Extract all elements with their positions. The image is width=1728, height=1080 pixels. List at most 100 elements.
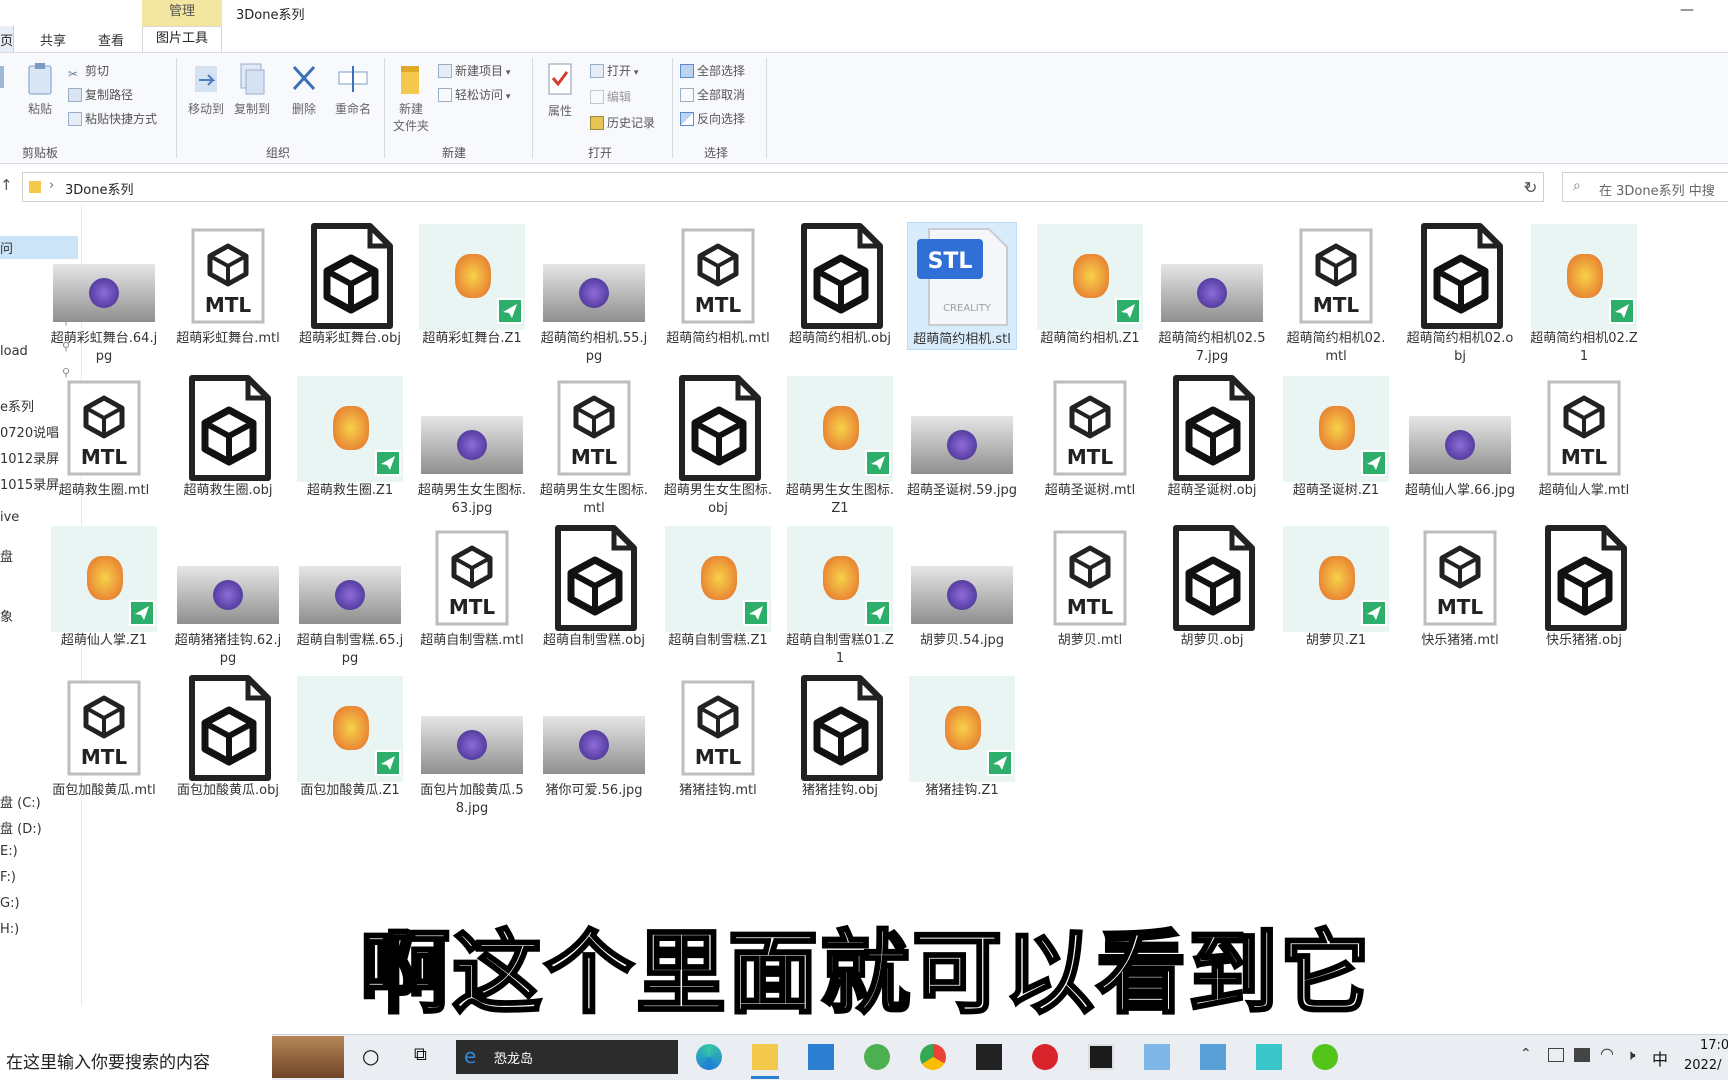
invert-selection-button[interactable]: 反向选择 bbox=[680, 110, 745, 127]
taskbar-ie-dino-link[interactable]: e 恐龙岛 ⌕ bbox=[456, 1040, 678, 1074]
file-item[interactable]: 超萌自制雪糕.Z1 bbox=[663, 524, 773, 650]
file-item[interactable]: 超萌简约相机02.obj bbox=[1405, 222, 1515, 366]
file-item[interactable]: 猪猪挂钩.Z1 bbox=[907, 674, 1017, 800]
nav-item[interactable]: G:) bbox=[0, 896, 20, 911]
file-item[interactable]: STL CREALITY 超萌简约相机.stl bbox=[907, 222, 1017, 350]
edit-button[interactable]: 编辑 bbox=[590, 88, 631, 105]
taskbar-search[interactable]: 在这里输入你要搜索的内容 bbox=[0, 1034, 272, 1080]
file-item[interactable]: MTL 快乐猪猪.mtl bbox=[1405, 524, 1515, 650]
file-item[interactable]: 胡萝贝.obj bbox=[1157, 524, 1267, 650]
file-item[interactable]: 超萌自制雪糕01.Z1 bbox=[785, 524, 895, 668]
mail-icon[interactable] bbox=[808, 1044, 834, 1070]
app-compass-icon[interactable] bbox=[1088, 1044, 1114, 1070]
file-item[interactable]: 超萌简约相机02.57.jpg bbox=[1157, 222, 1267, 366]
file-item[interactable]: 超萌自制雪糕.65.jpg bbox=[295, 524, 405, 668]
file-item[interactable]: MTL 超萌圣诞树.mtl bbox=[1035, 374, 1145, 500]
file-item[interactable]: 超萌猪猪挂钩.62.jpg bbox=[173, 524, 283, 668]
clock-time[interactable]: 17:0 bbox=[1700, 1038, 1728, 1053]
file-item[interactable]: 超萌男生女生图标.63.jpg bbox=[417, 374, 527, 518]
file-item[interactable]: 超萌男生女生图标.Z1 bbox=[785, 374, 895, 518]
app-photo-icon[interactable] bbox=[1200, 1044, 1226, 1070]
show-hidden-icons-chevron-icon[interactable]: ⌃ bbox=[1520, 1046, 1532, 1062]
minimize-button[interactable]: — bbox=[1680, 2, 1694, 18]
ime-indicator[interactable]: 中 bbox=[1652, 1046, 1668, 1070]
address-bar[interactable]: › 3Done系列 ⌄ bbox=[22, 172, 1544, 202]
cut-button[interactable]: ✂ 剪切 bbox=[68, 62, 109, 81]
new-folder-button[interactable]: 新建 文件夹 bbox=[388, 62, 434, 134]
nav-item[interactable]: F:) bbox=[0, 870, 16, 885]
select-none-button[interactable]: 全部取消 bbox=[680, 86, 745, 103]
file-item[interactable]: 超萌彩虹舞台.Z1 bbox=[417, 222, 527, 348]
refresh-icon[interactable]: ↻ bbox=[1524, 178, 1537, 197]
rename-button[interactable]: 重命名 bbox=[330, 62, 376, 117]
wifi-icon[interactable]: ◠ bbox=[1600, 1044, 1614, 1063]
cortana-circle-icon[interactable]: ○ bbox=[362, 1044, 379, 1068]
tab-home[interactable]: 页 bbox=[0, 26, 14, 52]
task-view-icon[interactable]: ⧉ bbox=[414, 1044, 427, 1065]
file-item[interactable]: MTL 胡萝贝.mtl bbox=[1035, 524, 1145, 650]
tab-share[interactable]: 共享 bbox=[40, 30, 66, 49]
file-item[interactable]: 超萌圣诞树.Z1 bbox=[1281, 374, 1391, 500]
browser-e-icon[interactable] bbox=[864, 1044, 890, 1070]
file-item[interactable]: 超萌彩虹舞台.obj bbox=[295, 222, 405, 348]
file-item[interactable]: 面包加酸黄瓜.Z1 bbox=[295, 674, 405, 800]
file-item[interactable]: MTL 超萌简约相机.mtl bbox=[663, 222, 773, 348]
file-item[interactable]: 超萌简约相机02.Z1 bbox=[1529, 222, 1639, 366]
file-item[interactable]: MTL 超萌男生女生图标.mtl bbox=[539, 374, 649, 518]
volume-muted-icon[interactable]: 🕨 bbox=[1626, 1046, 1635, 1064]
select-all-button[interactable]: 全部选择 bbox=[680, 62, 745, 79]
new-item-button[interactable]: 新建项目 ▾ bbox=[438, 62, 510, 79]
file-item[interactable]: MTL 超萌救生圈.mtl bbox=[49, 374, 159, 500]
nav-item[interactable]: ive bbox=[0, 510, 19, 525]
file-item[interactable]: 超萌自制雪糕.obj bbox=[539, 524, 649, 650]
file-item[interactable]: 超萌男生女生图标.obj bbox=[663, 374, 773, 518]
search-highlight-image[interactable] bbox=[272, 1036, 344, 1078]
wechat-icon[interactable] bbox=[1312, 1044, 1338, 1070]
nav-item[interactable]: e系列 bbox=[0, 396, 34, 415]
pin-quick-access-button[interactable] bbox=[0, 62, 8, 96]
nav-item[interactable]: 象 bbox=[0, 606, 13, 625]
delete-button[interactable]: 删除 bbox=[284, 62, 324, 117]
file-item[interactable]: 面包加酸黄瓜.obj bbox=[173, 674, 283, 800]
file-item[interactable]: MTL 猪猪挂钩.mtl bbox=[663, 674, 773, 800]
file-item[interactable]: 胡萝贝.Z1 bbox=[1281, 524, 1391, 650]
file-item[interactable]: 快乐猪猪.obj bbox=[1529, 524, 1639, 650]
app-3d-icon[interactable] bbox=[1256, 1044, 1282, 1070]
file-item[interactable]: 超萌仙人掌.Z1 bbox=[49, 524, 159, 650]
paste-shortcut-button[interactable]: 粘贴快捷方式 bbox=[68, 110, 157, 127]
copy-to-button[interactable]: 复制到 bbox=[230, 62, 274, 117]
file-item[interactable]: 面包片加酸黄瓜.58.jpg bbox=[417, 674, 527, 818]
nav-item[interactable]: 盘 bbox=[0, 546, 13, 565]
manage-context-tab[interactable]: 管理 bbox=[142, 0, 222, 26]
clock-date[interactable]: 2022/ bbox=[1684, 1058, 1721, 1073]
file-item[interactable]: 超萌简约相机.55.jpg bbox=[539, 222, 649, 366]
terminal-icon[interactable] bbox=[976, 1044, 1002, 1070]
tab-view[interactable]: 查看 bbox=[98, 30, 124, 49]
file-item[interactable]: 超萌圣诞树.59.jpg bbox=[907, 374, 1017, 500]
file-item[interactable]: 猪你可爱.56.jpg bbox=[539, 674, 649, 800]
file-item[interactable]: MTL 超萌彩虹舞台.mtl bbox=[173, 222, 283, 348]
nav-item[interactable]: load bbox=[0, 344, 28, 359]
breadcrumb[interactable]: 3Done系列 bbox=[65, 179, 133, 198]
chrome-icon[interactable] bbox=[920, 1044, 946, 1070]
move-to-button[interactable]: 移动到 bbox=[184, 62, 228, 117]
netease-music-icon[interactable] bbox=[1032, 1044, 1058, 1070]
properties-button[interactable]: 属性 bbox=[540, 62, 580, 119]
nav-item[interactable]: H:) bbox=[0, 922, 19, 937]
up-arrow-icon[interactable]: ↑ bbox=[0, 176, 13, 194]
file-item[interactable]: MTL 面包加酸黄瓜.mtl bbox=[49, 674, 159, 800]
file-item[interactable]: MTL 超萌仙人掌.mtl bbox=[1529, 374, 1639, 500]
nav-item[interactable]: 盘 (C:) bbox=[0, 792, 41, 811]
copy-path-button[interactable]: 复制路径 bbox=[68, 86, 133, 103]
file-item[interactable]: 超萌救生圈.Z1 bbox=[295, 374, 405, 500]
search-box[interactable]: ⌕ 在 3Done系列 中搜 bbox=[1562, 172, 1728, 202]
edge-icon[interactable] bbox=[696, 1044, 722, 1070]
app-cubes-icon[interactable] bbox=[1144, 1044, 1170, 1070]
file-item[interactable]: 超萌圣诞树.obj bbox=[1157, 374, 1267, 500]
file-item[interactable]: 猪猪挂钩.obj bbox=[785, 674, 895, 800]
tab-picture-tools[interactable]: 图片工具 bbox=[142, 26, 222, 52]
file-item[interactable]: 超萌彩虹舞台.64.jpg bbox=[49, 222, 159, 366]
file-explorer-icon[interactable] bbox=[752, 1044, 778, 1070]
nav-item[interactable]: 盘 (D:) bbox=[0, 818, 42, 837]
file-item[interactable]: 胡萝贝.54.jpg bbox=[907, 524, 1017, 650]
